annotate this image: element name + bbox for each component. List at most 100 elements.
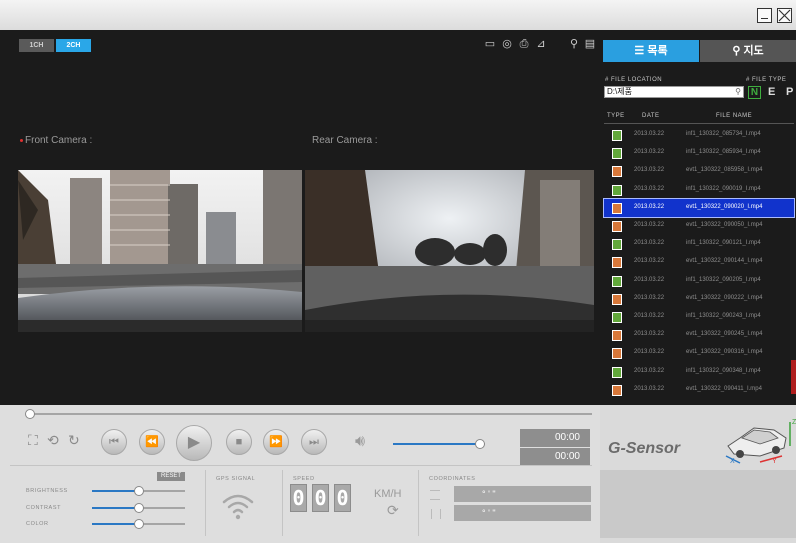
- rewind-button[interactable]: ⏪: [139, 429, 165, 455]
- loop-icon[interactable]: ⟲: [47, 432, 59, 449]
- close-icon: [778, 9, 791, 22]
- volume-icon[interactable]: 🔊︎: [355, 433, 365, 451]
- g-sensor-title: G-Sensor: [608, 440, 681, 457]
- stop-button[interactable]: ■: [226, 429, 252, 455]
- tab-map[interactable]: ⚲ 지도: [700, 40, 796, 62]
- monitor-icon[interactable]: ▭: [484, 38, 496, 50]
- file-location-label: # FILE LOCATION: [605, 77, 663, 83]
- axis-z-label: Z: [792, 419, 796, 426]
- file-list-row[interactable]: 2013.03.22 evt1_130322_090411_I.mp4: [604, 381, 794, 399]
- file-list-header: TYPE DATE FILE NAME: [604, 110, 794, 124]
- search-icon[interactable]: ⚲: [568, 38, 580, 50]
- file-list-row[interactable]: 2013.03.22 evt1_130322_085958_I.mp4: [604, 162, 794, 180]
- file-name: evt1_130322_090316_I.mp4: [686, 349, 763, 356]
- seek-bar[interactable]: [30, 413, 592, 415]
- brightness-knob[interactable]: [133, 486, 144, 496]
- file-date: 2013.03.22: [634, 367, 665, 374]
- file-list-row[interactable]: 2013.03.22 inf1_130322_090205_I.mp4: [604, 272, 794, 290]
- latitude-icon: [430, 490, 440, 500]
- file-type-event-toggle[interactable]: E: [768, 86, 775, 99]
- total-time: 00:00: [520, 448, 590, 466]
- file-list-row[interactable]: 2013.03.22 evt1_130322_090316_I.mp4: [604, 344, 794, 362]
- brightness-label: BRIGHTNESS: [26, 488, 68, 494]
- location-pin-icon: ⚲: [732, 45, 741, 57]
- file-list-row[interactable]: 2013.03.22 inf1_130322_085734_I.mp4: [604, 126, 794, 144]
- file-name: evt1_130322_090222_I.mp4: [686, 294, 763, 301]
- settings-icon[interactable]: ◎: [501, 38, 513, 50]
- file-list-row[interactable]: 2013.03.22 inf1_130322_090243_I.mp4: [604, 308, 794, 326]
- file-date: 2013.03.22: [634, 276, 665, 283]
- color-knob[interactable]: [133, 519, 144, 529]
- event-file-icon: [612, 384, 622, 396]
- previous-button[interactable]: ⏮: [101, 429, 127, 455]
- print-icon[interactable]: ⎙: [518, 38, 530, 50]
- rear-camera-image: [305, 170, 594, 332]
- list-icon: ☰: [634, 45, 645, 57]
- speed-digit-1: 0: [290, 484, 307, 512]
- rear-camera-view[interactable]: [305, 170, 594, 332]
- play-button[interactable]: ▶: [176, 425, 212, 461]
- divider: [205, 470, 206, 536]
- speed-label: SPEED: [293, 476, 315, 482]
- header-type: TYPE: [607, 113, 625, 119]
- file-type-label: # FILE TYPE: [746, 77, 787, 83]
- file-list-row[interactable]: 2013.03.22 evt1_130322_090144_I.mp4: [604, 253, 794, 271]
- search-icon[interactable]: ⚲: [735, 87, 741, 97]
- tab-list[interactable]: ☰ 목록: [603, 40, 699, 62]
- channel-2-button[interactable]: 2CH: [56, 39, 91, 52]
- file-name: inf1_130322_085734_I.mp4: [686, 131, 761, 137]
- contrast-knob[interactable]: [133, 503, 144, 513]
- event-file-icon: [612, 348, 622, 360]
- divider: [418, 470, 419, 536]
- play-icon: ▶: [187, 434, 201, 451]
- fullscreen-icon[interactable]: ⛶: [28, 432, 38, 449]
- fast-forward-button[interactable]: ⏩: [263, 429, 289, 455]
- refresh-icon[interactable]: ⟳: [387, 502, 399, 519]
- contrast-label: CONTRAST: [26, 505, 62, 511]
- file-date: 2013.03.22: [634, 258, 665, 265]
- car-axes-icon: Z X Y: [725, 419, 796, 464]
- file-date: 2013.03.22: [634, 185, 665, 192]
- file-list-row[interactable]: 2013.03.22 inf1_130322_090019_I.mp4: [604, 181, 794, 199]
- file-list-row[interactable]: 2013.03.22 inf1_130322_090348_I.mp4: [604, 363, 794, 381]
- file-list-row[interactable]: 2013.03.22 evt1_130322_090050_I.mp4: [604, 217, 794, 235]
- fast-forward-icon: ⏩: [269, 436, 283, 448]
- file-list-row[interactable]: 2013.03.22 evt1_130322_090020_I.mp4: [603, 197, 795, 218]
- file-location-field[interactable]: D:\제품 ⚲: [604, 86, 744, 98]
- normal-file-icon: [612, 239, 622, 251]
- file-date: 2013.03.22: [634, 240, 665, 247]
- rotate-icon[interactable]: ↻: [68, 432, 80, 449]
- event-file-icon: [612, 293, 622, 305]
- document-icon[interactable]: ▤: [584, 38, 596, 50]
- seek-knob[interactable]: [25, 409, 35, 419]
- event-file-icon: [612, 330, 622, 342]
- normal-file-icon: [612, 366, 622, 378]
- skip-forward-icon: ⏭: [309, 436, 319, 448]
- axis-x-label: X: [730, 458, 735, 464]
- channel-1-button[interactable]: 1CH: [19, 39, 54, 52]
- longitude-icon: [431, 509, 441, 519]
- file-date: 2013.03.22: [634, 203, 665, 210]
- reset-button[interactable]: RESET: [157, 472, 185, 481]
- file-date: 2013.03.22: [634, 167, 665, 174]
- next-button[interactable]: ⏭: [301, 429, 327, 455]
- axis-y-label: Y: [772, 458, 777, 464]
- wifi-signal-icon: [222, 494, 254, 520]
- minimize-button[interactable]: [757, 8, 772, 23]
- file-name: evt1_130322_090050_I.mp4: [686, 222, 763, 228]
- normal-file-icon: [612, 130, 622, 141]
- gps-signal-label: GPS SIGNAL: [216, 476, 256, 482]
- list-scrollbar[interactable]: [791, 360, 796, 394]
- file-list-row[interactable]: 2013.03.22 inf1_130322_090121_I.mp4: [604, 235, 794, 253]
- file-list-row[interactable]: 2013.03.22 evt1_130322_090222_I.mp4: [604, 290, 794, 308]
- front-camera-indicator: [20, 139, 23, 142]
- close-button[interactable]: [777, 8, 792, 23]
- file-type-parking-toggle[interactable]: P: [786, 86, 793, 99]
- file-type-normal-toggle[interactable]: N: [748, 86, 761, 99]
- minimize-icon: [761, 18, 768, 19]
- front-camera-view[interactable]: [18, 170, 302, 332]
- divider: [282, 470, 283, 536]
- file-list-row[interactable]: 2013.03.22 evt1_130322_090245_I.mp4: [604, 326, 794, 344]
- chart-icon[interactable]: ⊿: [535, 38, 547, 50]
- file-list-row[interactable]: 2013.03.22 inf1_130322_085934_I.mp4: [604, 144, 794, 162]
